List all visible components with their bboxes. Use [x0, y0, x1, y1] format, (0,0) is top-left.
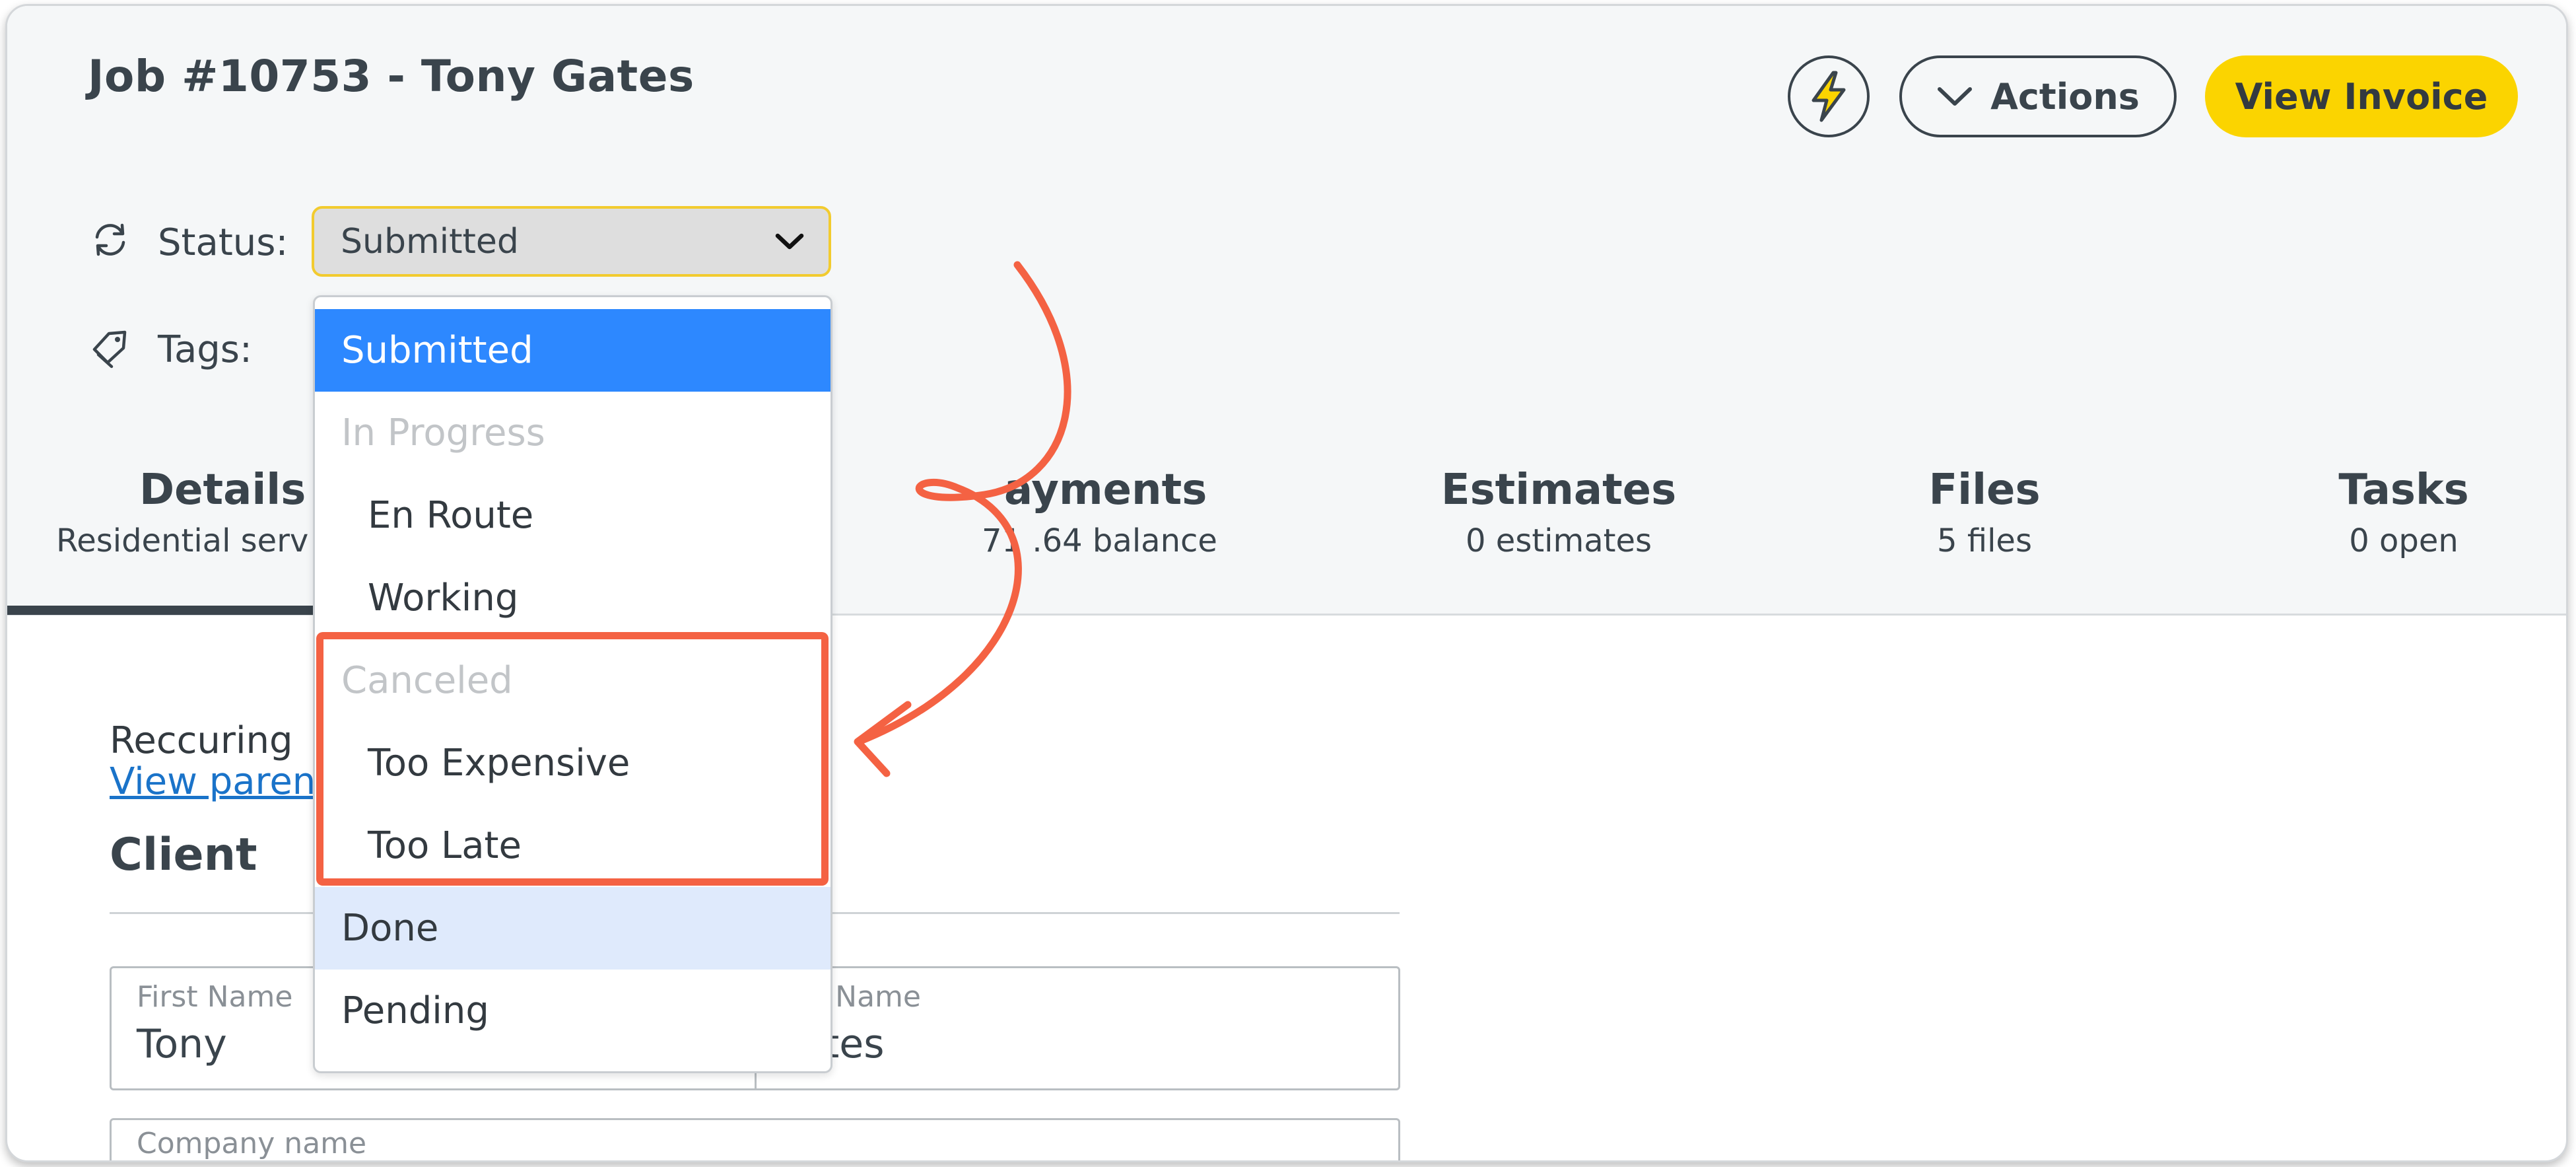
- job-page: Job #10753 - Tony Gates Actions View Inv…: [5, 4, 2568, 1162]
- annotation-arrow: [854, 261, 1071, 777]
